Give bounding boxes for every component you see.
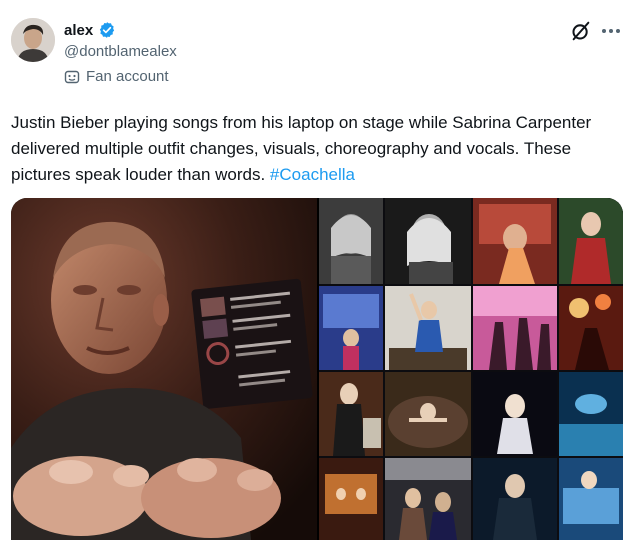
more-options-icon[interactable] (598, 22, 624, 40)
collage-tile (473, 198, 557, 284)
account-label-text: Fan account (86, 68, 169, 85)
verified-badge-icon (100, 22, 115, 38)
collage-tile (385, 372, 471, 456)
collage-tile (385, 198, 471, 284)
grok-icon[interactable] (570, 20, 592, 42)
avatar[interactable] (11, 18, 55, 62)
collage-tile (319, 458, 383, 540)
photo-sabrina-collage[interactable] (319, 198, 623, 540)
collage-tile (473, 458, 557, 540)
tweet-media[interactable] (11, 198, 623, 540)
photo-bieber-laptop[interactable] (11, 198, 317, 540)
collage-tile (385, 286, 471, 370)
fan-account-mask-icon (64, 70, 80, 83)
tweet-text: Justin Bieber playing songs from his lap… (11, 110, 623, 188)
collage-tile (559, 372, 623, 456)
collage-tile (385, 458, 471, 540)
avatar-photo (11, 18, 55, 62)
author-display-name[interactable]: alex (64, 22, 93, 39)
collage-tile (559, 286, 623, 370)
collage-tile (319, 372, 383, 456)
collage-tile (473, 286, 557, 370)
account-label: Fan account (64, 68, 169, 85)
collage-tile (319, 198, 383, 284)
collage-tile (559, 198, 623, 284)
collage-tile (473, 372, 557, 456)
collage-tile (319, 286, 383, 370)
hashtag-link[interactable]: #Coachella (270, 165, 355, 184)
author-handle[interactable]: @dontblamealex (64, 43, 177, 60)
collage-tile (559, 458, 623, 540)
